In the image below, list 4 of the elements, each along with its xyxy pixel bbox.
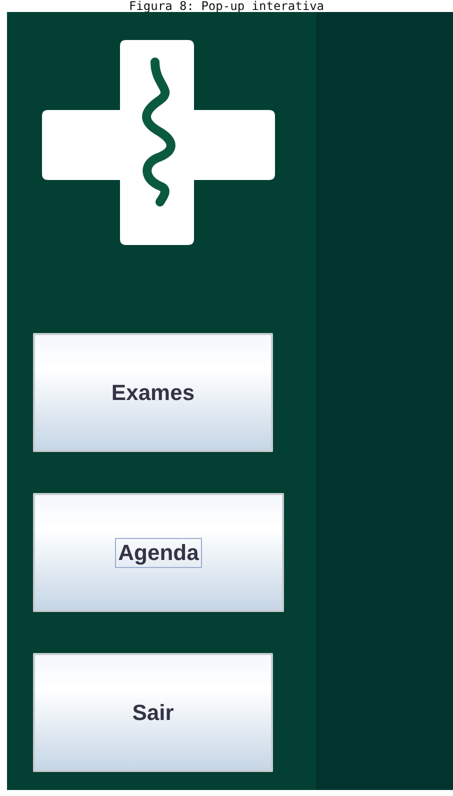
menu-button[interactable]: Sair [33,653,273,772]
figure-caption: Figura 8: Pop-up interativa [128,0,324,12]
menu-button[interactable]: Agenda [33,493,284,612]
menu-button[interactable]: Exames [33,333,273,452]
